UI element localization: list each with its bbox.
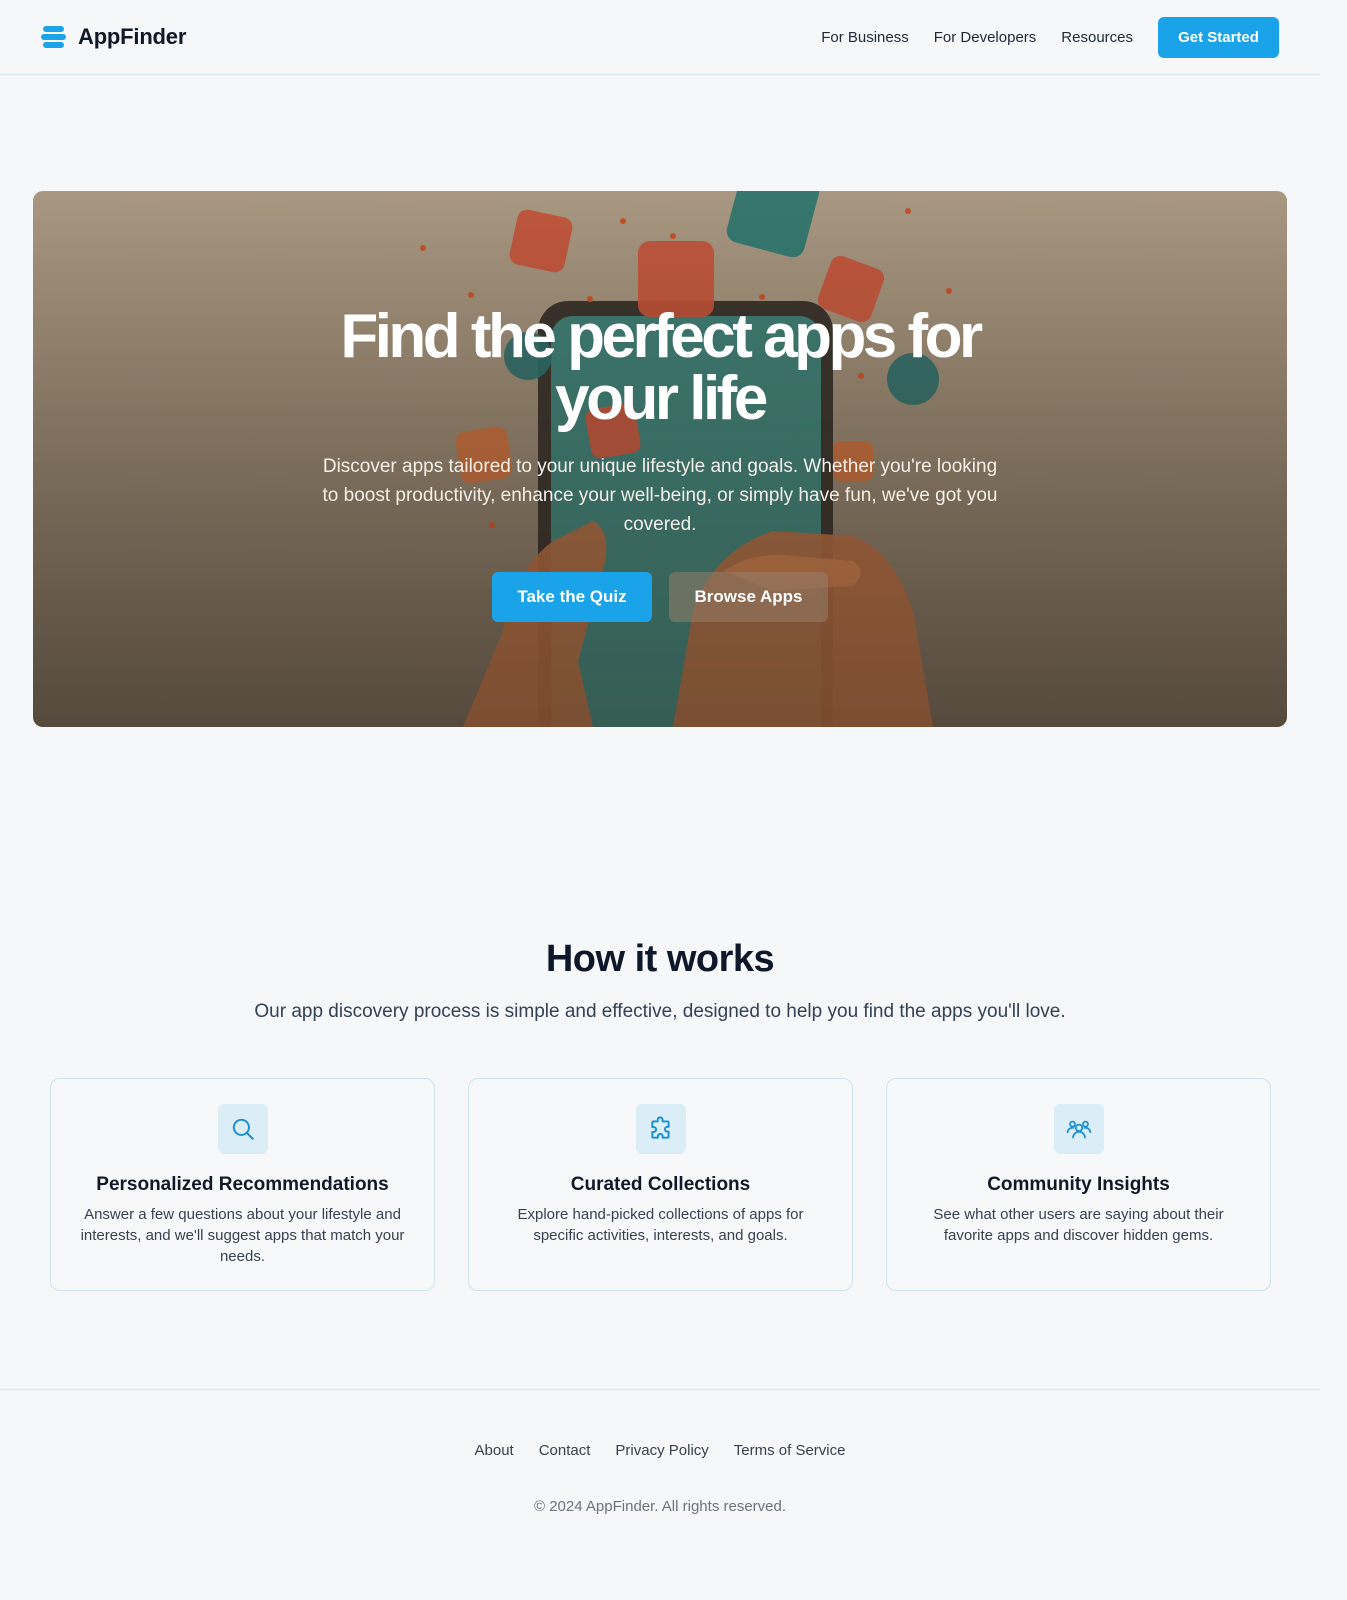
copyright: © 2024 AppFinder. All rights reserved. xyxy=(533,1498,787,1515)
brand-name: AppFinder xyxy=(78,24,187,49)
card-description: See what other users are saying about th… xyxy=(933,1206,1224,1244)
card-title: Community Insights xyxy=(987,1174,1170,1195)
hero-title: Find the perfect apps for your life xyxy=(340,302,983,433)
browse-apps-button[interactable]: Browse Apps xyxy=(669,572,828,622)
section-title: How it works xyxy=(545,938,775,980)
users-icon xyxy=(1066,1120,1091,1139)
hero-content: Find the perfect apps for your life Disc… xyxy=(33,191,1287,727)
take-quiz-button[interactable]: Take the Quiz xyxy=(492,572,652,622)
get-started-button[interactable]: Get Started xyxy=(1158,16,1279,58)
card-icon-tile xyxy=(635,1104,686,1154)
puzzle-icon xyxy=(650,1116,670,1139)
nav-for-business[interactable]: For Business xyxy=(821,29,909,46)
main-nav: For Business For Developers Resources Ge… xyxy=(821,16,1279,58)
footer-link-contact[interactable]: Contact xyxy=(539,1442,591,1459)
feature-card: Curated Collections Explore hand-picked … xyxy=(468,1078,853,1291)
nav-resources[interactable]: Resources xyxy=(1061,29,1133,46)
brand[interactable]: AppFinder xyxy=(41,24,186,50)
nav-for-developers[interactable]: For Developers xyxy=(934,29,1037,46)
site-header: AppFinder For Business For Developers Re… xyxy=(0,0,1320,75)
card-icon-tile xyxy=(1053,1104,1104,1154)
hero-subtitle: Discover apps tailored to your unique li… xyxy=(322,456,998,535)
section-subtitle: Our app discovery process is simple and … xyxy=(254,1001,1066,1022)
search-icon xyxy=(232,1118,254,1140)
feature-card: Personalized Recommendations Answer a fe… xyxy=(50,1078,435,1291)
hero-actions: Take the Quiz Browse Apps xyxy=(492,572,828,622)
footer-links: About Contact Privacy Policy Terms of Se… xyxy=(0,1442,1320,1459)
card-icon-tile xyxy=(217,1104,268,1154)
card-title: Personalized Recommendations xyxy=(96,1174,389,1195)
stacked-layers-icon xyxy=(41,26,66,48)
footer-link-about[interactable]: About xyxy=(475,1442,514,1459)
card-description: Answer a few questions about your lifest… xyxy=(80,1206,405,1265)
footer-link-privacy[interactable]: Privacy Policy xyxy=(615,1442,708,1459)
feature-cards: Personalized Recommendations Answer a fe… xyxy=(50,1078,1271,1291)
card-description: Explore hand-picked collections of apps … xyxy=(517,1206,804,1244)
card-title: Curated Collections xyxy=(570,1174,751,1195)
footer-divider xyxy=(0,1389,1320,1390)
hero-banner: Find the perfect apps for your life Disc… xyxy=(33,191,1287,727)
feature-card: Community Insights See what other users … xyxy=(886,1078,1271,1291)
footer-link-terms[interactable]: Terms of Service xyxy=(734,1442,846,1459)
